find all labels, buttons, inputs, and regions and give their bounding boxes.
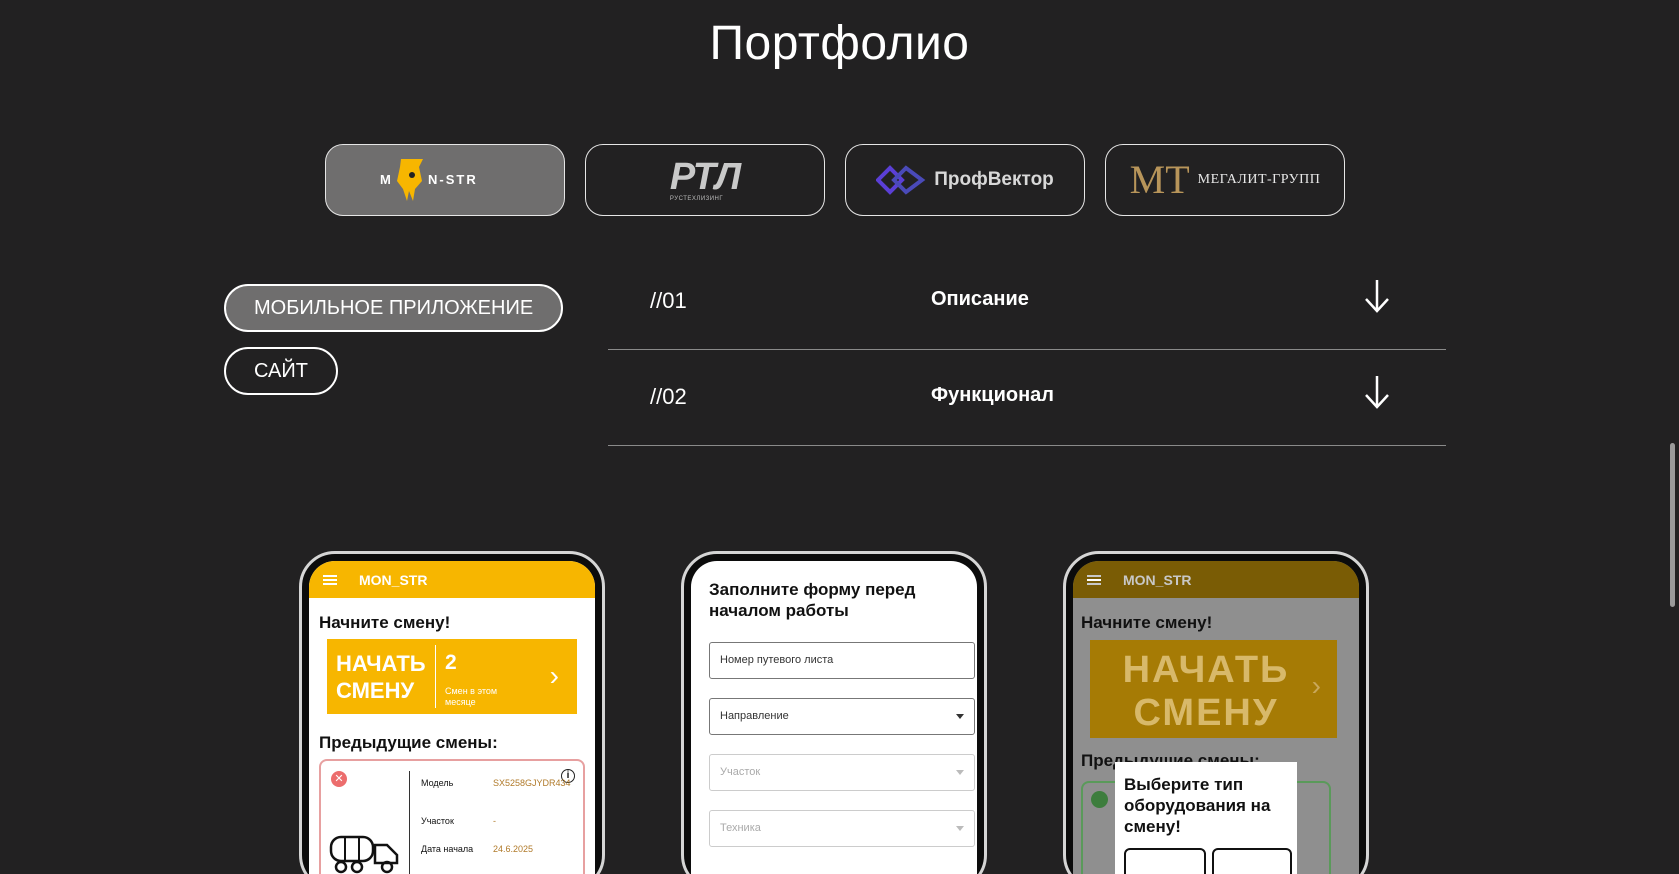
accordion-label: Описание (931, 288, 1029, 310)
model-value: SX5258GJYDR434 (493, 778, 571, 788)
menu-icon (323, 574, 337, 585)
divider (435, 645, 436, 708)
site-filter-button[interactable]: САЙТ (224, 347, 338, 395)
area-label: Участок (421, 816, 454, 826)
equipment-type-modal: Выберите тип оборудования на смену! (1115, 762, 1297, 874)
chevron-right-icon: › (549, 660, 559, 691)
shift-card: ✕ i Модель SX5258GJYDR434 Участок - Дата… (319, 759, 585, 874)
shift-count: 2 (445, 651, 457, 674)
waybill-number-field: Номер путевого листа (709, 642, 975, 679)
equipment-select: Техника (709, 810, 975, 847)
direction-select: Направление (709, 698, 975, 735)
mon-str-logo-icon: M N-STR (380, 159, 478, 201)
check-icon (1091, 791, 1108, 808)
menu-icon (1087, 574, 1101, 585)
megalit-monogram-icon: MT (1129, 157, 1190, 202)
page-scrollbar[interactable] (1670, 443, 1675, 607)
arrow-down-icon[interactable] (1364, 278, 1390, 314)
start-shift-label: НАЧАТЬ СМЕНУ (1122, 649, 1290, 734)
client-tabs: M N-STR РТЛ РУСТЕХЛИЗИНГ ПрофВектор MT М… (325, 144, 1345, 216)
rtl-logo-text: РТЛ (669, 156, 741, 198)
rtl-logo: РТЛ РУСТЕХЛИЗИНГ (669, 156, 741, 202)
start-heading: Начните смену! (319, 613, 451, 632)
app-bar: MON_STR (1073, 561, 1359, 598)
accordion-number: //01 (650, 288, 687, 313)
area-value: - (493, 816, 496, 826)
chevron-right-icon: › (1311, 670, 1321, 701)
accordion-functionality[interactable]: //02 Функционал (608, 350, 1446, 446)
accordion-description[interactable]: //01 Описание (608, 254, 1446, 350)
form-title: Заполните форму перед началом работы (709, 580, 916, 620)
start-shift-label: НАЧАТЬ СМЕНУ (336, 651, 426, 703)
client-tab-mon-str[interactable]: M N-STR (325, 144, 565, 216)
phone-mockup-modal: MON_STR Начните смену! НАЧАТЬ СМЕНУ › Пре… (1063, 551, 1369, 874)
app-title: MON_STR (359, 571, 428, 588)
phone-screen: MON_STR Начните смену! НАЧАТЬ СМЕНУ 2 Сме… (309, 561, 595, 874)
phone-mockup-form: Заполните форму перед началом работы Ном… (681, 551, 987, 874)
profvector-diamond-icon (876, 165, 926, 195)
divider (409, 771, 410, 874)
client-tab-megalit[interactable]: MT МЕГАЛИТ-ГРУПП (1105, 144, 1345, 216)
rtl-logo-subtitle: РУСТЕХЛИЗИНГ (669, 196, 724, 202)
close-icon: ✕ (331, 771, 347, 787)
mobile-app-filter-button[interactable]: МОБИЛЬНОЕ ПРИЛОЖЕНИЕ (224, 284, 564, 332)
start-date-label: Дата начала (421, 844, 474, 854)
megalit-logo-text: МЕГАЛИТ-ГРУПП (1197, 172, 1321, 187)
previous-shifts-heading: Предыдущие смены: (319, 733, 498, 752)
start-date-value: 24.6.2025 (493, 844, 534, 854)
caret-down-icon (956, 714, 964, 719)
client-tab-profvector[interactable]: ПрофВектор (845, 144, 1085, 216)
tanker-truck-icon (329, 835, 399, 874)
equipment-option-button (1212, 848, 1292, 874)
app-bar: MON_STR (309, 561, 595, 598)
start-shift-button: НАЧАТЬ СМЕНУ › (1090, 640, 1337, 738)
equipment-option-button (1124, 848, 1206, 874)
profvector-logo-text: ПрофВектор (934, 169, 1054, 190)
caret-down-icon (956, 826, 964, 831)
modal-title: Выберите тип оборудования на смену! (1124, 775, 1271, 836)
svg-text:M: M (380, 172, 391, 187)
shift-count-label: Смен в этом месяце (445, 686, 498, 707)
arrow-down-icon[interactable] (1364, 374, 1390, 410)
page-title: Портфолио (709, 17, 970, 70)
accordion-number: //02 (650, 384, 687, 409)
start-heading: Начните смену! (1081, 613, 1213, 632)
caret-down-icon (956, 770, 964, 775)
accordion-label: Функционал (931, 384, 1054, 406)
phone-screen: MON_STR Начните смену! НАЧАТЬ СМЕНУ › Пре… (1073, 561, 1359, 874)
start-shift-button: НАЧАТЬ СМЕНУ 2 Смен в этом месяце › (327, 639, 577, 714)
model-label: Модель (421, 778, 454, 788)
app-title: MON_STR (1123, 571, 1192, 588)
svg-text:N-STR: N-STR (428, 172, 478, 187)
client-tab-rtl[interactable]: РТЛ РУСТЕХЛИЗИНГ (585, 144, 825, 216)
area-select: Участок (709, 754, 975, 791)
phone-screen: Заполните форму перед началом работы Ном… (691, 561, 977, 874)
phone-mockup-home: MON_STR Начните смену! НАЧАТЬ СМЕНУ 2 Сме… (299, 551, 605, 874)
